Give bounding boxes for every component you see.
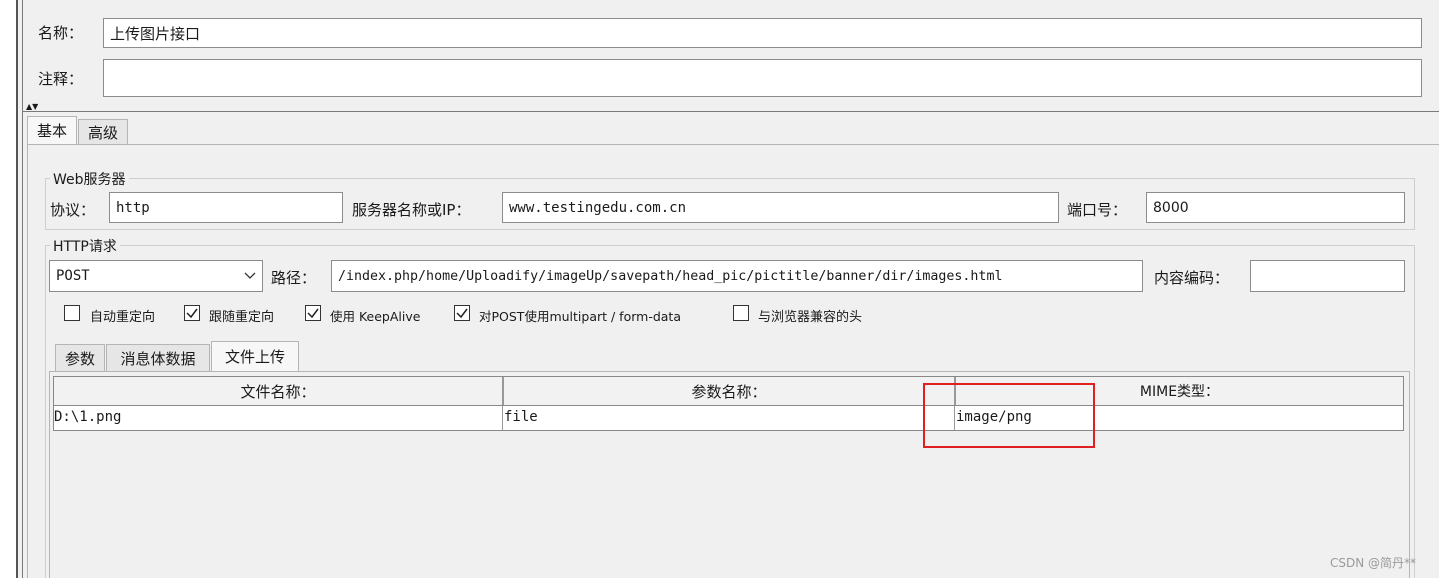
protocol-label: 协议： [50, 201, 96, 219]
encoding-label: 内容编码： [1154, 269, 1230, 287]
column-header-filename-label: 文件名称： [240, 382, 316, 401]
path-label: 路径： [271, 269, 317, 287]
highlight-box [923, 383, 1095, 448]
column-header-mime-label: MIME类型： [1139, 384, 1220, 400]
path-input[interactable]: /index.php/home/Uploadify/imageUp/savepa… [331, 260, 1143, 292]
tab-parameters[interactable]: 参数 [55, 344, 105, 371]
protocol-input[interactable]: http [109, 192, 343, 223]
server-input[interactable]: www.testingedu.com.cn [502, 192, 1059, 223]
tab-file-upload-label: 文件上传 [224, 348, 285, 366]
window-left-line [16, 0, 18, 578]
multipart-checkbox[interactable] [454, 305, 470, 321]
name-label: 名称： [38, 24, 84, 42]
chevron-down-icon [244, 269, 256, 284]
splitter-line[interactable] [23, 111, 1439, 112]
tab-advanced-label: 高级 [87, 123, 118, 142]
cell-param[interactable]: file [504, 409, 538, 425]
method-select[interactable]: POST [49, 260, 263, 292]
method-value: POST [56, 268, 90, 284]
watermark: CSDN @简丹** [1330, 556, 1417, 570]
table-header: 文件名称： 参数名称： MIME类型： [54, 377, 1403, 406]
tab-advanced[interactable]: 高级 [78, 119, 128, 144]
multipart-label: 对POST使用multipart / form-data [479, 309, 681, 324]
browser-headers-checkbox[interactable] [733, 305, 749, 321]
cell-filename[interactable]: D:\1.png [54, 409, 121, 425]
column-header-param-label: 参数名称： [691, 382, 767, 401]
splitter-arrows-icon[interactable]: ▲▼ [26, 103, 56, 111]
tab-basic-label: 基本 [36, 122, 67, 140]
check-icon [186, 308, 198, 319]
comment-input[interactable] [103, 59, 1422, 97]
keepalive-checkbox[interactable] [305, 305, 321, 321]
follow-redirect-label: 跟随重定向 [209, 310, 275, 325]
server-label: 服务器名称或IP： [352, 201, 471, 219]
check-icon [456, 308, 468, 319]
window-left-border [0, 0, 16, 578]
tab-body-data[interactable]: 消息体数据 [106, 344, 210, 371]
tab-body-data-label: 消息体数据 [120, 349, 196, 368]
http-request-title: HTTP请求 [50, 236, 120, 256]
check-icon [307, 308, 319, 319]
cell-divider [502, 406, 503, 430]
auto-redirect-checkbox[interactable] [64, 305, 80, 321]
follow-redirect-checkbox[interactable] [184, 305, 200, 321]
comment-label: 注释： [38, 70, 84, 88]
tab-file-upload[interactable]: 文件上传 [211, 341, 299, 371]
table-row[interactable]: D:\1.png file image/png [54, 406, 1403, 430]
browser-headers-label: 与浏览器兼容的头 [758, 310, 863, 325]
port-label: 端口号： [1067, 201, 1128, 219]
tab-basic[interactable]: 基本 [27, 116, 77, 144]
column-header-filename[interactable]: 文件名称： [54, 377, 504, 405]
column-header-param[interactable]: 参数名称： [504, 377, 956, 405]
web-server-title: Web服务器 [50, 169, 129, 189]
name-input[interactable]: 上传图片接口 [103, 18, 1422, 48]
auto-redirect-label: 自动重定向 [90, 310, 156, 325]
encoding-input[interactable] [1250, 260, 1405, 292]
port-input[interactable]: 8000 [1146, 192, 1405, 223]
panel-left-line [22, 0, 23, 578]
keepalive-label: 使用 KeepAlive [330, 309, 421, 324]
tab-parameters-label: 参数 [64, 349, 95, 368]
file-table: 文件名称： 参数名称： MIME类型： D:\1.png file image/… [53, 376, 1404, 431]
